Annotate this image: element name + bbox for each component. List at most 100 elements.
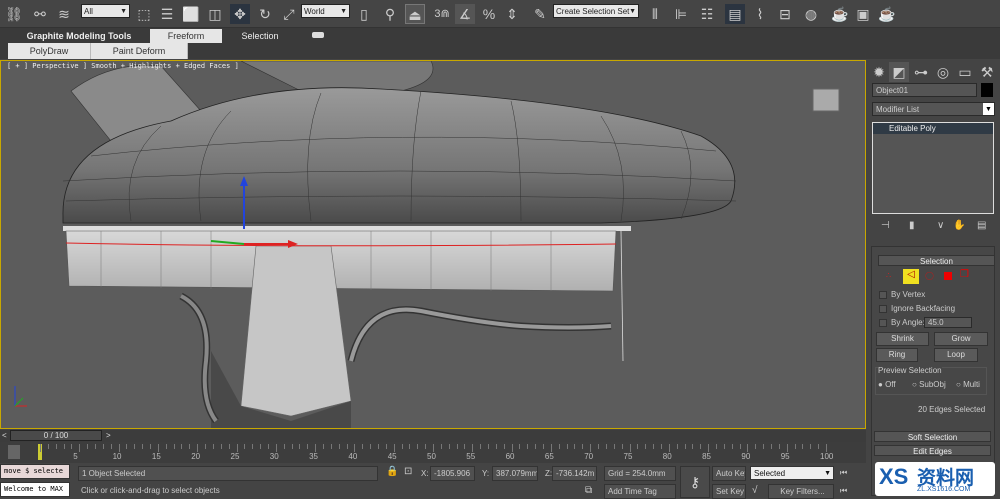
modify-tab-icon[interactable]: ◩	[889, 62, 909, 82]
render-icon[interactable]: ☕	[877, 4, 897, 24]
tick-mark	[660, 444, 662, 449]
spinner-snap-icon[interactable]: ⇕	[502, 4, 522, 24]
viewport-label[interactable]: [ + ] Perspective ] Smooth + Highlights …	[7, 62, 239, 70]
polydraw-button[interactable]: PolyDraw	[8, 43, 91, 59]
select-object-icon[interactable]: ⬚	[134, 4, 154, 24]
edit-named-sets-icon[interactable]: ✎	[530, 4, 550, 24]
tab-selection[interactable]: Selection	[230, 29, 290, 43]
edit-edges-rollout[interactable]: Edit Edges	[874, 445, 991, 456]
stack-item-editable-poly[interactable]: Editable Poly	[873, 123, 993, 134]
show-end-result-icon[interactable]: ▮	[909, 220, 915, 231]
key-mode-dropdown[interactable]: Selected ▼	[750, 466, 834, 480]
soft-selection-rollout[interactable]: Soft Selection	[874, 431, 991, 442]
go-to-start-icon[interactable]: ⏮	[840, 468, 847, 478]
move-icon[interactable]: ✥	[230, 4, 250, 24]
viewcube-icon[interactable]	[812, 88, 840, 112]
layer-manager-icon[interactable]: ☷	[697, 4, 717, 24]
key-filters-button[interactable]: Key Filters...	[768, 484, 834, 499]
preview-subobj-radio[interactable]: ○ SubObj	[912, 380, 946, 389]
shrink-button[interactable]: Shrink	[876, 332, 929, 346]
select-by-name-icon[interactable]: ☰	[157, 4, 177, 24]
configure-sets-icon[interactable]: ▤	[977, 220, 986, 231]
pin-stack-icon[interactable]: ⊣	[881, 220, 890, 231]
angle-snap-icon[interactable]: ∡	[455, 4, 475, 24]
tab-freeform[interactable]: Freeform	[150, 29, 222, 43]
selection-rollout-header[interactable]: Selection	[878, 255, 995, 266]
grow-button[interactable]: Grow	[934, 332, 988, 346]
motion-tab-icon[interactable]: ◎	[933, 62, 953, 82]
mini-curve-editor-icon[interactable]	[8, 445, 20, 459]
track-bar[interactable]: 5 10 15 20 25 30 35 40 45 50 55 60 65 70 75 80 85 90 95 100	[0, 442, 866, 463]
named-selection-set-dropdown[interactable]: Create Selection Set ▼	[553, 4, 639, 18]
x-coordinate-field[interactable]: -1805.906	[430, 466, 475, 481]
prev-key-icon[interactable]: ⏮	[840, 486, 847, 496]
set-key-button[interactable]: Set Key	[712, 484, 746, 499]
link-icon[interactable]: ⛓	[4, 4, 24, 24]
scale-icon[interactable]: ⤢	[279, 4, 299, 24]
polygon-mode-icon[interactable]	[944, 272, 952, 280]
ignore-backfacing-checkbox[interactable]	[879, 305, 887, 313]
snap-icon[interactable]: 3⋒	[432, 4, 452, 24]
keyboard-shortcut-icon[interactable]: ⏏	[405, 4, 425, 24]
rect-selection-icon[interactable]: ⬜	[181, 4, 201, 24]
preview-off-radio[interactable]: ● Off	[878, 380, 896, 389]
object-name-field[interactable]: Object01	[872, 83, 977, 97]
make-unique-icon[interactable]: ∨	[937, 220, 944, 231]
scene-explorer-icon[interactable]: ▤	[725, 4, 745, 24]
coord-system-dropdown[interactable]: World ▼	[301, 4, 350, 18]
default-tangent-icon[interactable]: √	[752, 485, 758, 496]
time-slider-thumb[interactable]: 0 / 100	[10, 430, 102, 441]
auto-key-button[interactable]: Auto Key	[712, 466, 746, 481]
prev-frame-arrow[interactable]: <	[2, 431, 7, 440]
edge-mode-icon[interactable]: ◁	[903, 269, 919, 284]
paint-deform-button[interactable]: Paint Deform	[91, 43, 188, 59]
border-mode-icon[interactable]: ◯	[925, 271, 934, 280]
preview-multi-radio[interactable]: ○ Multi	[956, 380, 980, 389]
object-color-swatch[interactable]	[981, 83, 993, 97]
hierarchy-tab-icon[interactable]: ⊶	[911, 62, 931, 82]
align-icon[interactable]: ⊫	[671, 4, 691, 24]
y-coordinate-field[interactable]: 387.079mm	[492, 466, 538, 481]
percent-snap-icon[interactable]: %	[479, 4, 499, 24]
by-vertex-checkbox[interactable]	[879, 291, 887, 299]
set-key-icon[interactable]: ⚷	[680, 466, 710, 498]
schematic-view-icon[interactable]: ⊟	[775, 4, 795, 24]
create-tab-icon[interactable]: ✹	[869, 62, 889, 82]
maxscript-listener-line[interactable]: move $ selecte	[0, 464, 70, 479]
ring-button[interactable]: Ring	[876, 348, 918, 362]
rotate-icon[interactable]: ↻	[255, 4, 275, 24]
lock-selection-icon[interactable]: 🔒	[386, 466, 398, 477]
absolute-mode-icon[interactable]: ⊡	[404, 466, 412, 477]
add-time-tag-button[interactable]: Add Time Tag	[604, 484, 676, 499]
modifier-stack[interactable]: Editable Poly	[872, 122, 994, 214]
material-editor-icon[interactable]: ◍	[801, 4, 821, 24]
time-tag-icon[interactable]: ⧉	[585, 485, 592, 496]
rendered-frame-icon[interactable]: ▣	[853, 4, 873, 24]
render-setup-icon[interactable]: ☕	[830, 4, 850, 24]
display-tab-icon[interactable]: ▭	[955, 62, 975, 82]
utilities-tab-icon[interactable]: ⚒	[977, 62, 997, 82]
element-mode-icon[interactable]: ❒	[960, 269, 969, 280]
window-crossing-icon[interactable]: ◫	[205, 4, 225, 24]
time-slider[interactable]: < 0 / 100 >	[0, 430, 866, 442]
z-coordinate-field[interactable]: -736.142m	[552, 466, 597, 481]
tick-mark	[370, 444, 372, 449]
perspective-viewport[interactable]: [ + ] Perspective ] Smooth + Highlights …	[0, 60, 866, 429]
bind-spacewarp-icon[interactable]: ≋	[54, 4, 74, 24]
by-angle-checkbox[interactable]	[879, 319, 887, 327]
remove-modifier-icon[interactable]: ✋	[953, 220, 965, 231]
maxscript-output-line[interactable]: Welcome to MAX	[0, 482, 70, 497]
tab-graphite-modeling-tools[interactable]: Graphite Modeling Tools	[20, 29, 138, 43]
pivot-icon[interactable]: ▯	[354, 4, 374, 24]
next-frame-arrow[interactable]: >	[106, 431, 111, 440]
manipulate-icon[interactable]: ⚲	[380, 4, 400, 24]
modifier-list-dropdown[interactable]: Modifier List ▼	[872, 102, 995, 116]
ribbon-options-button[interactable]	[312, 32, 324, 38]
vertex-mode-icon[interactable]: ∴	[886, 271, 891, 280]
selection-filter-dropdown[interactable]: All ▼	[81, 4, 130, 18]
unlink-icon[interactable]: ⚯	[30, 4, 50, 24]
mirror-icon[interactable]: ⫴	[645, 4, 665, 24]
loop-button[interactable]: Loop	[934, 348, 978, 362]
curve-editor-icon[interactable]: ⌇	[750, 4, 770, 24]
angle-field[interactable]: 45.0	[924, 317, 972, 328]
